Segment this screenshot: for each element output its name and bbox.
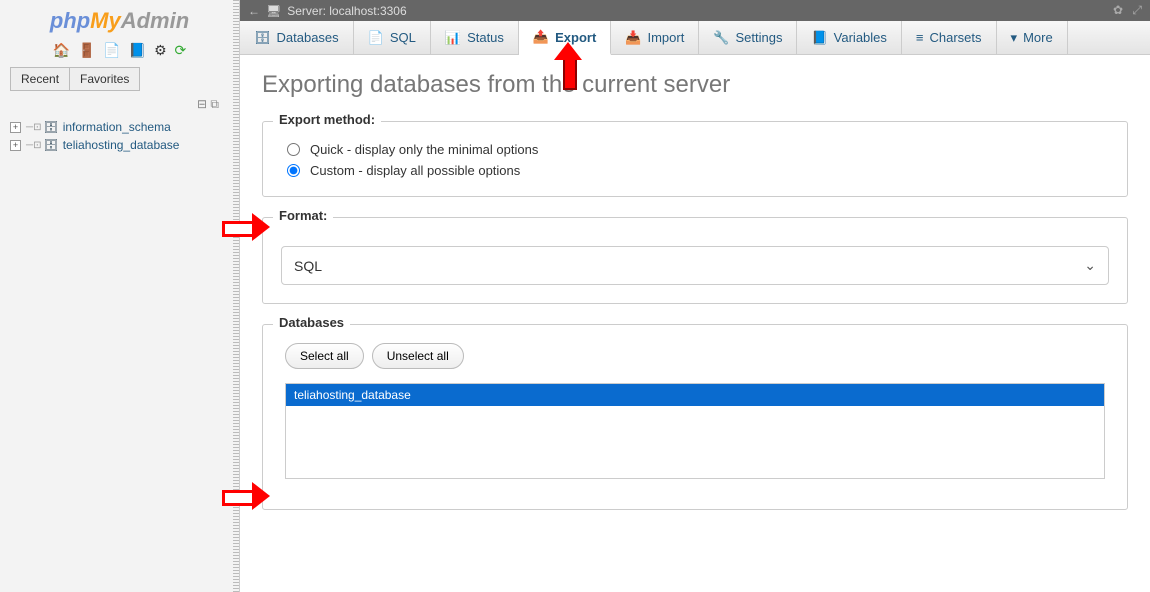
docs-icon[interactable]: 📘 <box>129 42 146 58</box>
sidebar: phpMyAdmin 🏠 🚪 📄 📘 ⚙ ⟳ Recent Favorites … <box>0 0 240 592</box>
tab-sql[interactable]: 📄SQL <box>354 21 431 54</box>
sidebar-toolbar: 🏠 🚪 📄 📘 ⚙ ⟳ <box>0 38 239 67</box>
page-title: Exporting databases from the current ser… <box>262 71 1128 99</box>
fullscreen-icon[interactable]: ⤢ <box>1132 3 1142 17</box>
select-all-button[interactable]: Select all <box>285 343 364 369</box>
collapse-icon[interactable]: ⊟ <box>197 97 207 111</box>
db-item-information-schema[interactable]: + ─⊡ 🗄 information_schema <box>10 118 229 136</box>
radio-custom[interactable]: Custom - display all possible options <box>281 157 1109 178</box>
link-icon[interactable]: ⧉ <box>210 97 219 111</box>
import-icon: 📥 <box>625 30 641 46</box>
list-item-teliahosting-database[interactable]: teliahosting_database <box>286 384 1104 406</box>
databases-legend: Databases <box>273 315 350 330</box>
tab-import[interactable]: 📥Import <box>611 21 699 54</box>
format-legend: Format: <box>273 208 333 223</box>
variables-icon: 📘 <box>811 30 827 46</box>
tab-more[interactable]: ▾More <box>997 21 1068 54</box>
chevron-down-icon: ⌄ <box>1084 257 1096 274</box>
database-icon: 🗄 <box>43 120 58 134</box>
tab-settings[interactable]: 🔧Settings <box>699 21 797 54</box>
settings-icon[interactable]: ⚙ <box>154 42 167 58</box>
database-listbox[interactable]: teliahosting_database <box>285 383 1105 479</box>
sidebar-resize-handle[interactable] <box>233 0 239 592</box>
charsets-icon: ≡ <box>916 30 924 45</box>
main-tabs: 🗄Databases 📄SQL 📊Status 📤Export 📥Import … <box>240 21 1150 55</box>
server-bar: ← 🖥 Server: localhost:3306 ✿ ⤢ <box>240 0 1150 21</box>
db-label: teliahosting_database <box>63 138 180 152</box>
database-icon: 🗄 <box>43 138 58 152</box>
databases-icon: 🗄 <box>254 30 271 46</box>
server-icon: 🖥 <box>266 4 281 18</box>
export-method-fieldset: Export method: Quick - display only the … <box>262 121 1128 197</box>
expand-icon[interactable]: + <box>10 140 21 151</box>
content-area: Exporting databases from the current ser… <box>240 55 1150 592</box>
collapse-controls: ⊟ ⧉ <box>0 91 239 118</box>
exit-icon[interactable]: 🚪 <box>78 42 95 58</box>
reload-icon[interactable]: ⟳ <box>175 42 187 58</box>
database-tree: + ─⊡ 🗄 information_schema + ─⊡ 🗄 teliaho… <box>0 118 239 154</box>
export-icon: 📤 <box>533 29 549 45</box>
main-panel: ← 🖥 Server: localhost:3306 ✿ ⤢ 🗄Database… <box>240 0 1150 592</box>
tab-status[interactable]: 📊Status <box>431 21 519 54</box>
tab-databases[interactable]: 🗄Databases <box>240 21 354 54</box>
format-fieldset: Format: SQL ⌄ <box>262 217 1128 304</box>
format-value: SQL <box>294 258 322 274</box>
export-method-legend: Export method: <box>273 112 381 127</box>
db-item-teliahosting[interactable]: + ─⊡ 🗄 teliahosting_database <box>10 136 229 154</box>
tab-recent[interactable]: Recent <box>10 67 70 91</box>
unselect-all-button[interactable]: Unselect all <box>372 343 464 369</box>
tab-charsets[interactable]: ≡Charsets <box>902 21 997 54</box>
sql-icon[interactable]: 📄 <box>103 42 120 58</box>
expand-icon[interactable]: + <box>10 122 21 133</box>
radio-custom-input[interactable] <box>287 164 300 177</box>
db-label: information_schema <box>63 120 171 134</box>
tab-variables[interactable]: 📘Variables <box>797 21 901 54</box>
settings-icon: 🔧 <box>713 30 729 46</box>
radio-quick[interactable]: Quick - display only the minimal options <box>281 136 1109 157</box>
home-icon[interactable]: 🏠 <box>53 42 70 58</box>
radio-quick-input[interactable] <box>287 143 300 156</box>
tab-export[interactable]: 📤Export <box>519 21 611 55</box>
logo[interactable]: phpMyAdmin <box>0 0 239 38</box>
sql-icon: 📄 <box>368 30 384 46</box>
format-select[interactable]: SQL ⌄ <box>281 246 1109 285</box>
tab-favorites[interactable]: Favorites <box>70 67 140 91</box>
databases-fieldset: Databases Select all Unselect all teliah… <box>262 324 1128 510</box>
more-icon: ▾ <box>1011 30 1018 46</box>
server-label: Server: localhost:3306 <box>287 4 406 18</box>
sidebar-tabs: Recent Favorites <box>0 67 239 91</box>
status-icon: 📊 <box>445 30 461 46</box>
back-icon[interactable]: ← <box>248 4 260 18</box>
gear-icon[interactable]: ✿ <box>1113 3 1123 17</box>
